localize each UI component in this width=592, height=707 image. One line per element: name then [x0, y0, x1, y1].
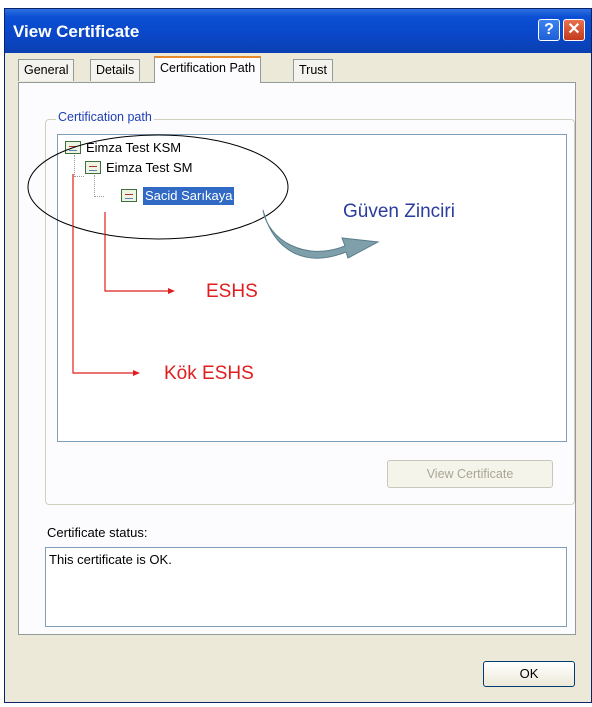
annotation-root-eshs-label: Kök ESHS: [164, 363, 254, 384]
certificate-icon: [65, 141, 81, 154]
tree-item-label: Eimza Test KSM: [86, 140, 182, 155]
title-bar[interactable]: View Certificate ? ✕: [5, 9, 591, 53]
certificate-icon: [85, 161, 101, 174]
certificate-icon: [121, 189, 137, 202]
tree-connector: [74, 155, 84, 177]
tree-item-label-selected: Sacid Sarıkaya: [143, 187, 235, 205]
certification-path-group-label: Certification path: [56, 110, 154, 124]
help-button[interactable]: ?: [538, 19, 560, 41]
tab-certification-path[interactable]: Certification Path: [154, 56, 262, 83]
tree-item-label: Eimza Test SM: [106, 160, 193, 175]
ok-button[interactable]: OK: [483, 661, 575, 687]
annotation-chain-label: Güven Zinciri: [343, 201, 455, 222]
tab-details[interactable]: Details: [90, 59, 141, 81]
certificate-status-box[interactable]: This certificate is OK.: [45, 547, 567, 627]
annotation-eshs-label: ESHS: [206, 281, 258, 302]
tab-trust[interactable]: Trust: [293, 59, 334, 81]
view-certificate-button[interactable]: View Certificate: [387, 460, 553, 488]
window-title: View Certificate: [13, 22, 140, 41]
tab-general[interactable]: General: [18, 59, 75, 81]
close-button[interactable]: ✕: [563, 19, 585, 41]
tree-connector: [94, 175, 104, 197]
certification-path-tree[interactable]: Eimza Test KSM Eimza Test SM Sacid Sarık…: [57, 134, 567, 442]
certificate-status-label: Certificate status:: [47, 525, 148, 540]
